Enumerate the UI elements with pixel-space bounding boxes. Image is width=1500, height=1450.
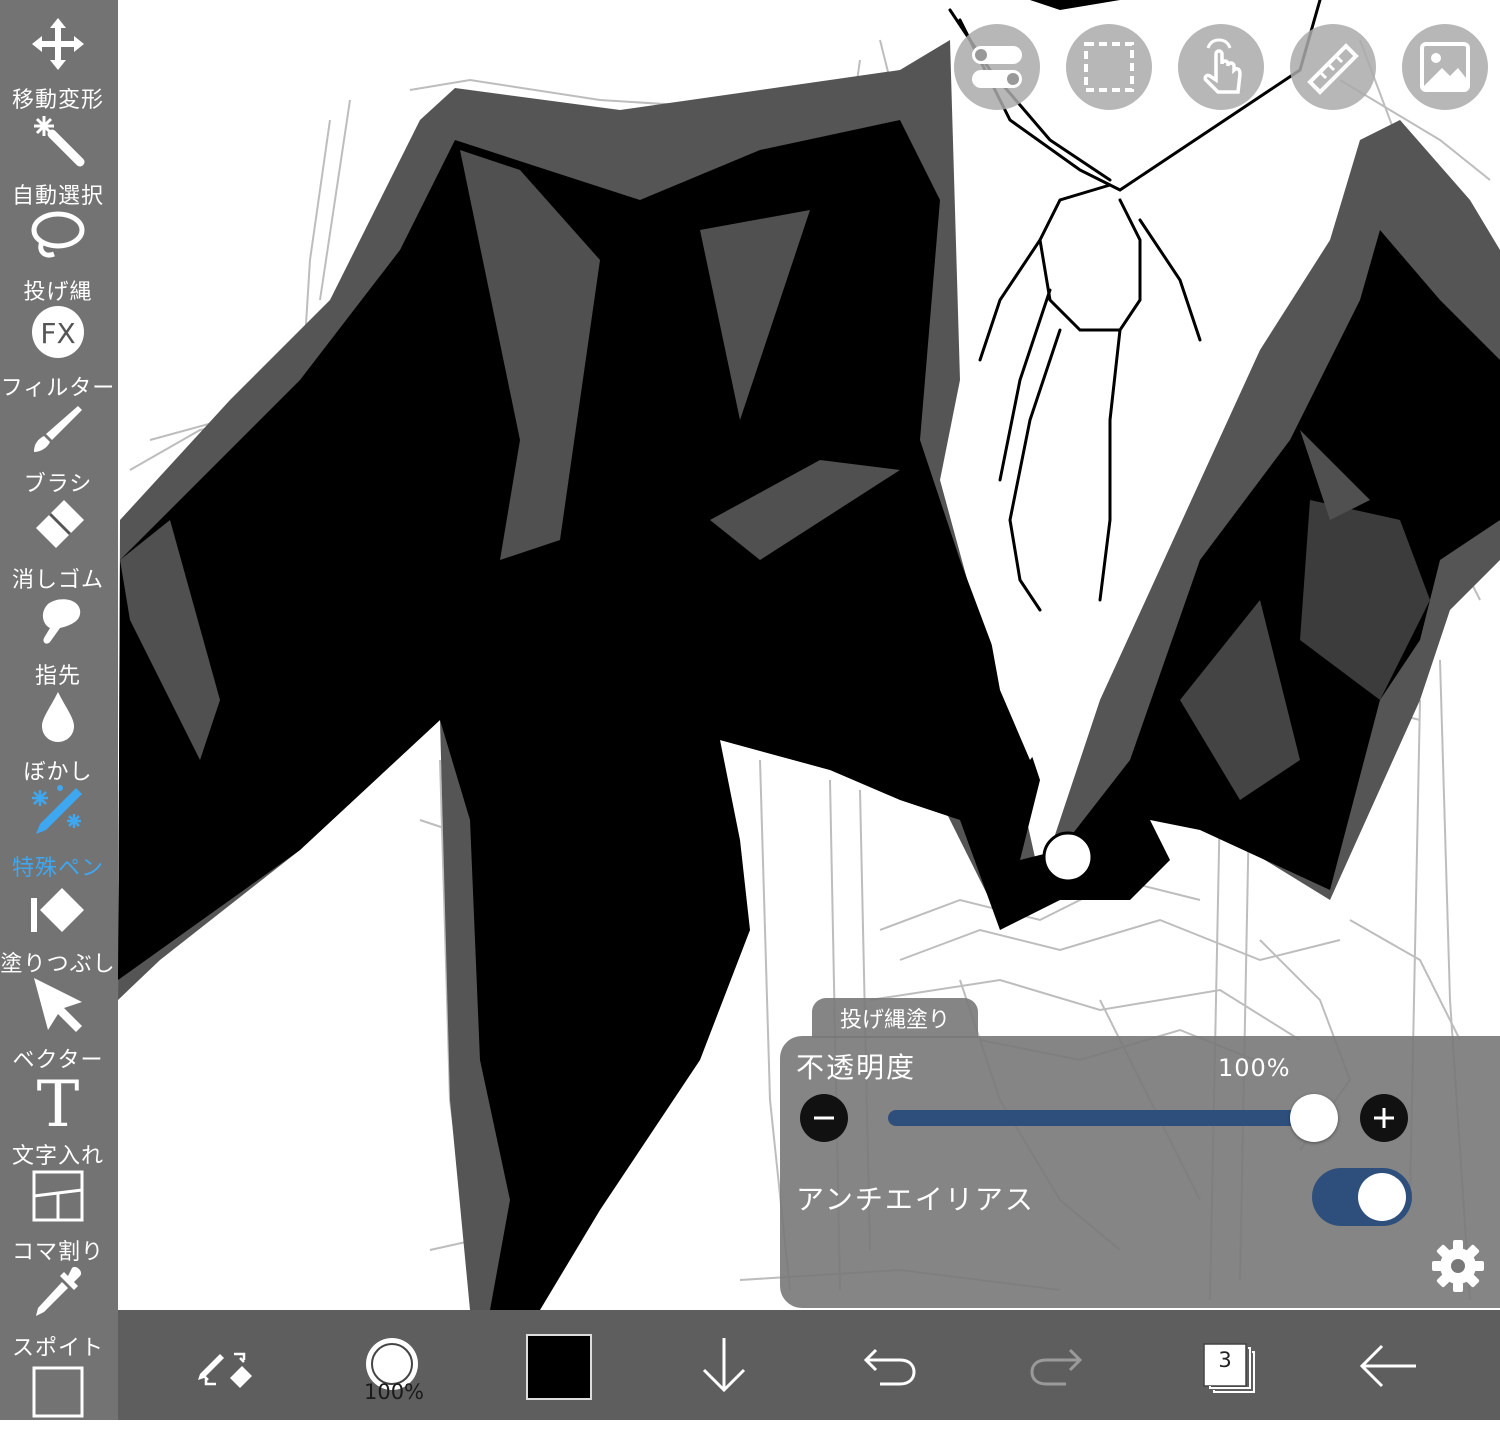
opacity-value: 100% — [1218, 1054, 1291, 1082]
gear-icon[interactable] — [1428, 1236, 1488, 1296]
redo-button[interactable] — [1016, 1328, 1096, 1408]
tool-special-pen[interactable]: 特殊ペン — [0, 778, 116, 881]
tool-lasso[interactable]: 投げ縄 — [0, 202, 116, 305]
fx-filter-icon: FX — [32, 306, 84, 358]
back-arrow-icon — [1359, 1344, 1416, 1388]
tool-partial[interactable] — [0, 1354, 116, 1450]
tool-finger-smudge[interactable]: 指先 — [0, 586, 116, 689]
opacity-label: 不透明度 — [796, 1051, 917, 1084]
svg-text:FX: FX — [40, 317, 75, 350]
plus-icon — [1374, 1108, 1394, 1128]
frame-divider-icon — [32, 1170, 84, 1222]
brush-icon — [34, 406, 82, 452]
swap-pen-eraser-button[interactable] — [186, 1328, 266, 1408]
selection-icon — [1084, 42, 1134, 92]
fill-bucket-icon — [31, 888, 84, 932]
download-arrow-icon — [702, 1338, 746, 1393]
magic-wand-icon — [34, 116, 85, 167]
antialias-label: アンチエイリアス — [796, 1183, 1035, 1216]
tool-auto-select[interactable]: 自動選択 — [0, 106, 116, 209]
touch-gesture-button[interactable] — [1178, 24, 1264, 110]
antialias-toggle[interactable] — [1312, 1168, 1412, 1226]
opacity-increase-button[interactable] — [1360, 1094, 1408, 1142]
tool-blur[interactable]: ぼかし — [0, 682, 116, 785]
blur-drop-icon — [42, 692, 74, 742]
move-icon — [32, 18, 84, 70]
tool-filter[interactable]: FX フィルター — [0, 298, 116, 401]
layer-count: 3 — [1218, 1348, 1232, 1372]
text-icon: T — [37, 1070, 80, 1130]
vector-arrow-icon — [34, 978, 82, 1032]
lasso-fill-panel: 不透明度 100% アンチエイリアス — [780, 1036, 1500, 1308]
redo-icon — [1030, 1348, 1083, 1386]
toggle-settings-icon — [972, 46, 1022, 88]
tool-fill[interactable]: 塗りつぶし — [0, 874, 116, 977]
undo-icon — [863, 1348, 916, 1386]
panel-tab: 投げ縄塗り — [812, 998, 978, 1038]
tool-move-transform[interactable]: 移動変形 — [0, 10, 116, 113]
brush-size-value: 100% — [363, 1380, 425, 1404]
download-button[interactable] — [684, 1328, 764, 1408]
minus-icon — [814, 1116, 834, 1120]
lasso-icon — [31, 211, 85, 258]
ruler-icon — [1307, 43, 1359, 95]
eyedropper-icon — [36, 1266, 82, 1316]
toggle-settings-button[interactable] — [954, 24, 1040, 110]
tool-brush[interactable]: ブラシ — [0, 394, 116, 497]
gallery-button[interactable] — [1402, 24, 1488, 110]
selection-button[interactable] — [1066, 24, 1152, 110]
tool-frame-divider[interactable]: コマ割り — [0, 1162, 116, 1265]
undo-button[interactable] — [850, 1328, 930, 1408]
tool-sidebar: 移動変形 自動選択 投げ縄 FX フィルター ブラシ 消しゴム 指先 ぼかし 特… — [0, 0, 118, 1420]
tool-text[interactable]: T 文字入れ — [0, 1066, 116, 1169]
opacity-decrease-button[interactable] — [800, 1094, 848, 1142]
tool-eraser[interactable]: 消しゴム — [0, 490, 116, 593]
eraser-icon — [36, 500, 84, 548]
svg-text:T: T — [37, 1070, 80, 1130]
brush-size-button[interactable]: 100% — [354, 1328, 434, 1408]
bottom-toolbar: 100% 3 — [118, 1310, 1500, 1420]
tool-eyedropper[interactable]: スポイト — [0, 1258, 116, 1361]
color-swatch[interactable] — [526, 1334, 592, 1400]
square-frame-icon — [32, 1366, 84, 1418]
swap-pen-eraser-icon — [198, 1352, 252, 1388]
touch-gesture-icon — [1203, 38, 1242, 94]
back-button[interactable] — [1348, 1328, 1428, 1408]
toggle-knob — [1358, 1173, 1406, 1221]
tool-vector[interactable]: ベクター — [0, 970, 116, 1073]
gallery-image-icon — [1420, 42, 1470, 92]
finger-smudge-icon — [42, 599, 81, 644]
panel-tab-label: 投げ縄塗り — [839, 1008, 950, 1033]
opacity-slider-thumb[interactable] — [1290, 1094, 1338, 1142]
special-pen-icon — [32, 785, 82, 834]
ruler-button[interactable] — [1290, 24, 1376, 110]
opacity-slider-track[interactable] — [888, 1110, 1312, 1126]
layers-button[interactable]: 3 — [1188, 1328, 1268, 1408]
